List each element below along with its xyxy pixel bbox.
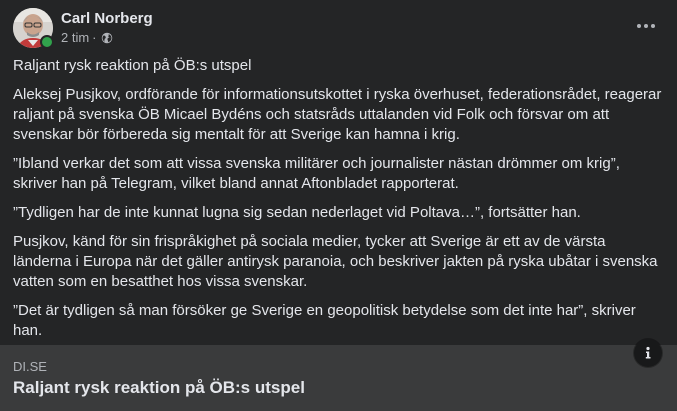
author-name[interactable]: Carl Norberg (61, 10, 153, 28)
post-header: Carl Norberg 2 tim · (13, 8, 664, 49)
more-options-button[interactable] (628, 10, 664, 42)
info-button[interactable] (634, 339, 662, 367)
post-body: Raljant rysk reaktion på ÖB:s utspel Ale… (13, 56, 665, 350)
link-title[interactable]: Raljant rysk reaktion på ÖB:s utspel (13, 377, 305, 399)
post-timestamp[interactable]: 2 tim (61, 30, 89, 46)
post-paragraph: ”Tydligen har de inte kunnat lugna sig s… (13, 204, 581, 221)
post-paragraph: Raljant rysk reaktion på ÖB:s utspel (13, 57, 252, 74)
link-domain: DI.SE (13, 359, 47, 374)
post-paragraph: Pusjkov, känd för sin frispråkighet på s… (13, 233, 658, 290)
meta-separator: · (92, 30, 97, 45)
more-options-icon (637, 24, 655, 28)
info-icon (645, 346, 651, 359)
post-paragraph: ”Det är tydligen så man försöker ge Sver… (13, 302, 636, 339)
link-preview-card[interactable]: DI.SE Raljant rysk reaktion på ÖB:s utsp… (0, 345, 677, 411)
online-status-indicator (40, 35, 54, 49)
post-meta: 2 tim · (61, 30, 113, 46)
avatar-container[interactable] (13, 8, 54, 49)
post-paragraph: ”Ibland verkar det som att vissa svenska… (13, 155, 620, 192)
globe-icon[interactable] (101, 32, 113, 44)
post-paragraph: Aleksej Pusjkov, ordförande för informat… (13, 86, 662, 143)
